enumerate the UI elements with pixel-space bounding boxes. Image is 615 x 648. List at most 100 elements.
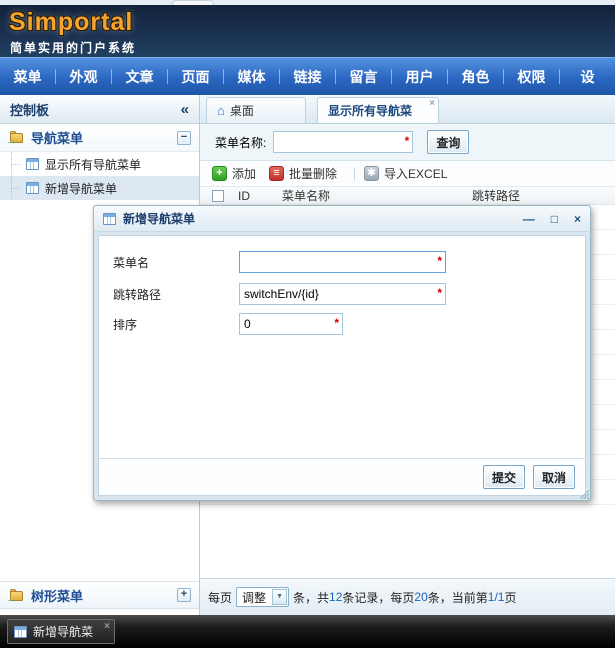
menubar-item-appearance[interactable]: 外观	[56, 67, 111, 87]
field-label-jump-path: 跳转路径	[113, 287, 162, 302]
table-icon	[26, 182, 39, 194]
add-nav-menu-dialog: 新增导航菜单 — □ × 菜单名 * 跳转路径 * 排序	[93, 205, 591, 501]
add-button[interactable]: 添加	[232, 165, 256, 182]
home-icon: ⌂	[217, 103, 225, 118]
bottom-taskbar: 新增导航菜 ×	[0, 615, 615, 648]
panel-expand-button[interactable]: +	[177, 588, 191, 602]
panel-collapse-button[interactable]: −	[177, 130, 191, 145]
menubar-item-media[interactable]: 媒体	[224, 67, 279, 87]
menubar-item-page[interactable]: 页面	[168, 67, 223, 87]
column-header-menu-name: 菜单名称	[282, 189, 331, 203]
sidebar-item-add-nav-menu[interactable]: 新增导航菜单	[0, 176, 199, 200]
tab-desktop[interactable]: ⌂ 桌面	[206, 97, 306, 123]
search-panel: 菜单名称: * 查询	[200, 124, 615, 161]
field-wrap: *	[239, 283, 446, 305]
app-header: Simportal 简单实用的门户系统	[0, 5, 615, 57]
tab-label: 桌面	[229, 104, 254, 118]
form-row-menu-name: 菜单名 *	[113, 250, 446, 274]
dialog-title: 新增导航菜单	[123, 212, 196, 226]
dialog-titlebar[interactable]: 新增导航菜单 — □ ×	[94, 206, 590, 232]
pager-current-page: 1/1	[487, 590, 505, 604]
menubar-item-settings[interactable]: 设	[560, 67, 615, 87]
batch-delete-button[interactable]: 批量删除	[289, 165, 337, 182]
required-asterisk: *	[437, 286, 442, 300]
resize-grip[interactable]	[580, 490, 589, 499]
taskbar-item-label: 新增导航菜	[33, 625, 94, 639]
close-icon[interactable]: ×	[104, 622, 110, 632]
menu-name-search-input[interactable]	[273, 131, 414, 153]
sidebar-title: 控制板	[10, 102, 50, 118]
submit-button[interactable]: 提交	[482, 465, 525, 489]
pager-text: 条记录，每页	[342, 590, 415, 605]
menubar-item-role[interactable]: 角色	[448, 67, 503, 87]
maximize-icon[interactable]: □	[551, 213, 558, 225]
panel-title-nav-menu: 导航菜单	[31, 131, 84, 146]
panel-title-tree-menu: 树形菜单	[31, 588, 84, 604]
menubar-item-menu[interactable]: 菜单	[0, 67, 55, 87]
field-wrap: *	[239, 313, 343, 335]
import-excel-button[interactable]: 导入EXCEL	[384, 165, 447, 182]
pager-text: 条，当前第	[427, 590, 488, 605]
nav-menu-tree: 显示所有导航菜单 新增导航菜单	[0, 152, 199, 200]
menubar-item-permission[interactable]: 权限	[504, 67, 559, 87]
query-button[interactable]: 查询	[427, 130, 470, 154]
required-asterisk: *	[334, 316, 339, 330]
page-size-select-value: 调整	[242, 590, 267, 605]
tree-item-label: 显示所有导航菜单	[45, 157, 142, 172]
select-all-checkbox[interactable]	[212, 189, 224, 202]
jump-path-field[interactable]	[239, 283, 446, 305]
tab-close-icon[interactable]: ×	[429, 99, 435, 109]
tab-bar: ⌂ 桌面 显示所有导航菜 ×	[200, 95, 615, 124]
menubar-item-article[interactable]: 文章	[112, 67, 167, 87]
column-header-id: ID	[238, 188, 250, 203]
sidebar-panel-tree-menu[interactable]: → 树形菜单 +	[0, 581, 199, 609]
table-icon	[26, 158, 39, 170]
cancel-button[interactable]: 取消	[532, 465, 575, 489]
top-menubar: 菜单 外观 文章 页面 媒体 链接 留言 用户 角色 权限 设	[0, 57, 615, 95]
dialog-footer: 提交 取消	[99, 458, 585, 495]
required-asterisk: *	[437, 254, 442, 268]
page-size-select[interactable]: 调整 ▼	[236, 587, 290, 607]
app-logo: Simportal	[9, 8, 134, 36]
toolbar-divider	[354, 166, 356, 181]
menubar-item-link[interactable]: 链接	[280, 67, 335, 87]
app-subtitle: 简单实用的门户系统	[10, 41, 137, 55]
pagination-bar: 每页 调整 ▼ 条，共 12 条记录，每页 20 条，当前第 1/1 页	[200, 578, 615, 615]
add-icon: +	[212, 166, 227, 181]
sidebar-collapse-icon[interactable]: «	[181, 102, 189, 117]
minimize-icon[interactable]: —	[523, 213, 535, 225]
column-header-jump-path: 跳转路径	[472, 189, 521, 203]
search-input-wrap: *	[273, 131, 414, 153]
tab-show-all-nav-menus[interactable]: 显示所有导航菜 ×	[317, 97, 439, 123]
table-icon	[14, 625, 27, 638]
menubar-item-user[interactable]: 用户	[392, 67, 447, 87]
application-window: Simportal 简单实用的门户系统 菜单 外观 文章 页面 媒体 链接 留言…	[0, 0, 615, 648]
table-icon	[103, 212, 116, 225]
dialog-body: 菜单名 * 跳转路径 * 排序 *	[98, 235, 586, 496]
folder-arrow-icon: →	[6, 131, 24, 147]
tab-label: 显示所有导航菜	[328, 104, 413, 118]
sidebar-item-show-all-nav-menus[interactable]: 显示所有导航菜单	[0, 152, 199, 176]
field-label-menu-name: 菜单名	[113, 255, 150, 270]
menu-name-field[interactable]	[239, 251, 446, 273]
taskbar-item-add-nav-menu[interactable]: 新增导航菜 ×	[7, 619, 115, 644]
tree-item-label: 新增导航菜单	[45, 181, 118, 196]
form-row-sort-order: 排序 *	[113, 312, 343, 336]
sort-order-field[interactable]	[239, 313, 343, 335]
table-header: ID 菜单名称 跳转路径	[200, 187, 615, 205]
pager-prefix: 每页	[208, 590, 233, 605]
pager-total-records: 12	[329, 590, 343, 604]
pager-page-size: 20	[414, 590, 428, 604]
import-excel-icon: ✱	[364, 166, 380, 181]
grid-toolbar: + 添加 ≡ 批量删除 ✱ 导入EXCEL	[200, 161, 615, 187]
sidebar-panel-nav-menu[interactable]: → 导航菜单 −	[0, 124, 199, 152]
close-icon[interactable]: ×	[574, 213, 581, 225]
pager-text: 条，共	[293, 590, 330, 605]
batch-delete-icon: ≡	[269, 166, 285, 181]
field-label-sort-order: 排序	[113, 317, 138, 332]
field-wrap: *	[239, 251, 446, 273]
sidebar-header: 控制板 «	[0, 95, 199, 124]
form-row-jump-path: 跳转路径 *	[113, 282, 446, 306]
search-label: 菜单名称:	[215, 135, 267, 150]
menubar-item-message[interactable]: 留言	[336, 67, 391, 87]
